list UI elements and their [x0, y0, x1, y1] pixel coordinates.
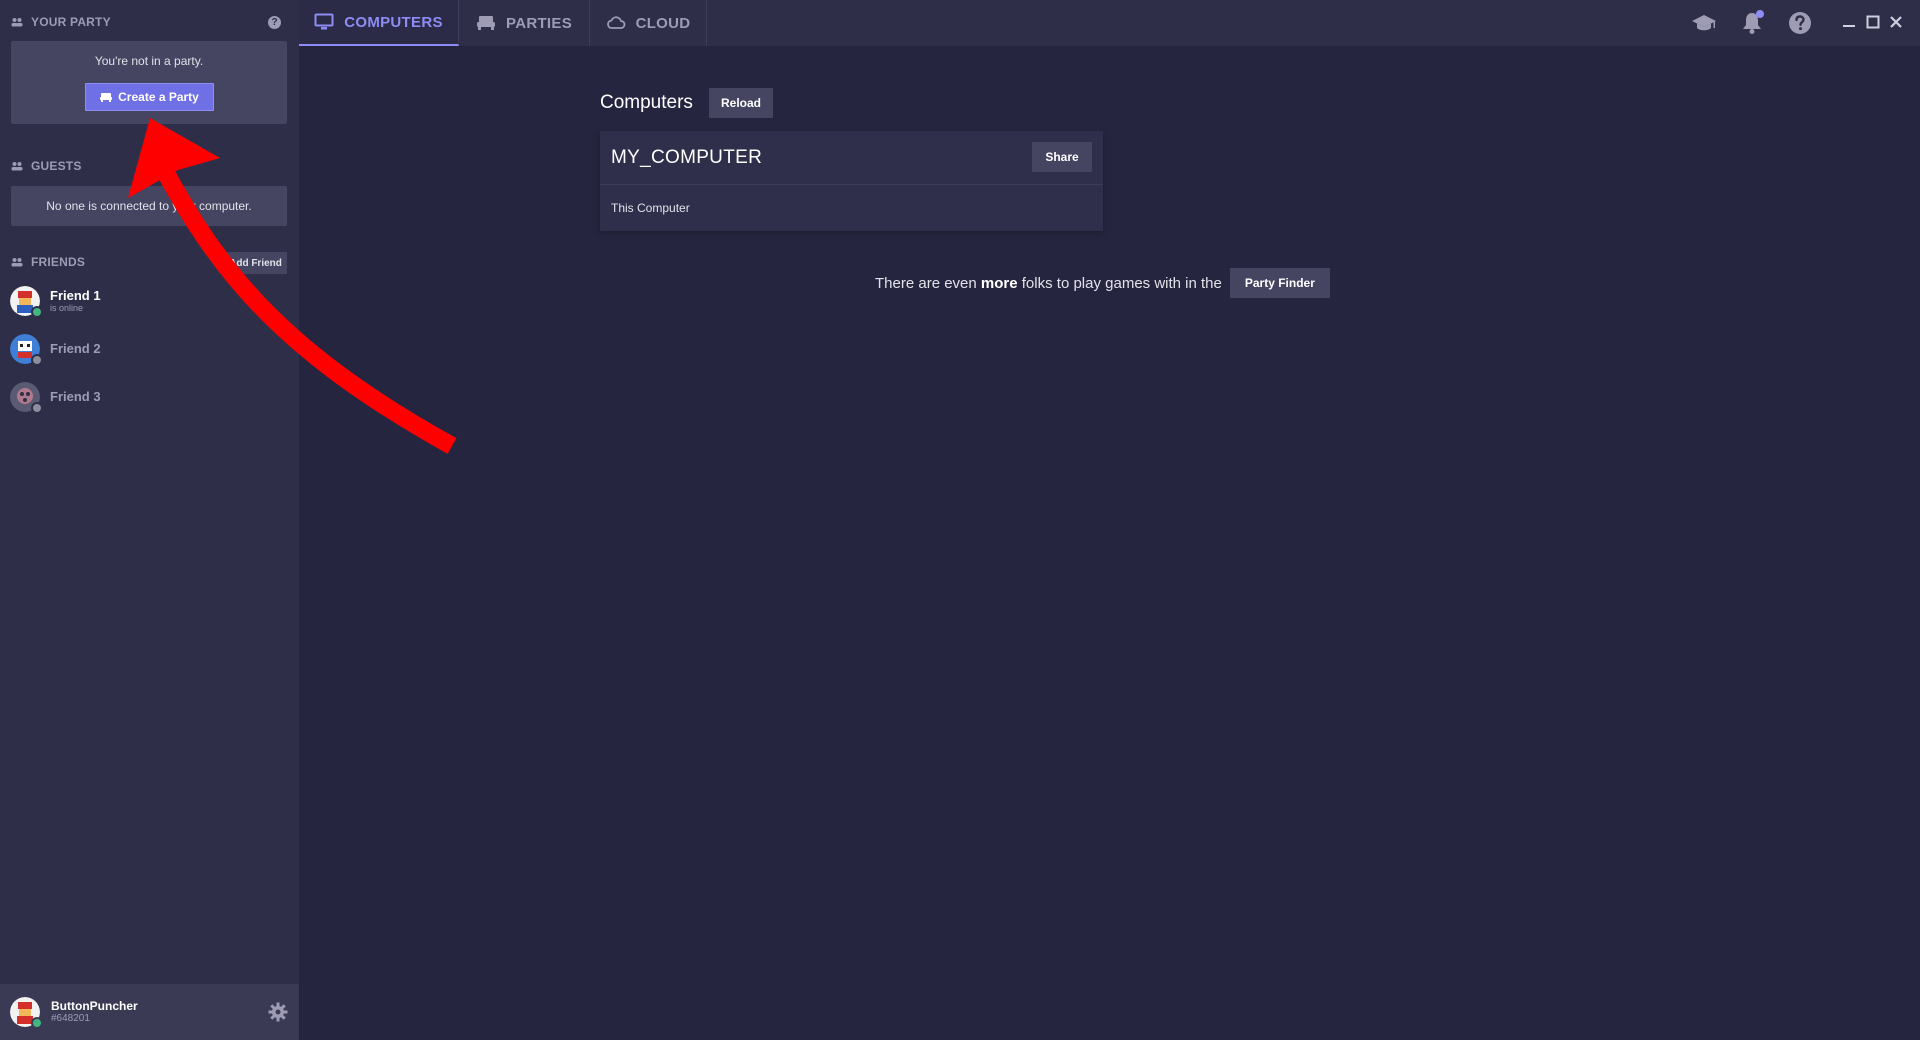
close-icon[interactable]: [1888, 14, 1904, 30]
finder-bold-text: more: [980, 274, 1018, 292]
avatar: [10, 382, 43, 414]
not-in-party-text: You're not in a party.: [94, 54, 204, 68]
cloud-icon: [606, 16, 625, 29]
reload-button[interactable]: Reload: [709, 88, 773, 118]
avatar: [10, 334, 43, 366]
friend-name: Friend 3: [50, 389, 101, 404]
guests-header: GUESTS: [11, 156, 82, 176]
friend-item[interactable]: Friend 2: [10, 332, 280, 366]
sofa-icon: [100, 93, 113, 102]
finder-text: There are even more folks to play games …: [875, 274, 1222, 292]
create-party-label: Create a Party: [118, 90, 199, 104]
friend-name: Friend 1: [50, 288, 101, 303]
avatar: [10, 286, 43, 318]
people-icon: [11, 258, 23, 267]
guests-empty-text: No one is connected to your computer.: [11, 186, 287, 226]
top-bar: COMPUTERS PARTIES CLOUD: [299, 0, 1920, 46]
online-status-dot: [31, 306, 43, 318]
party-help-icon[interactable]: ?: [268, 16, 281, 29]
computer-subtitle: This Computer: [611, 201, 690, 215]
friend-item[interactable]: Friend 3: [10, 380, 280, 414]
party-finder-button[interactable]: Party Finder: [1229, 268, 1330, 298]
help-icon[interactable]: [1787, 10, 1813, 36]
tab-label: COMPUTERS: [344, 13, 443, 31]
page-title: Computers: [600, 92, 693, 113]
tab-cloud[interactable]: CLOUD: [590, 0, 707, 46]
tab-label: CLOUD: [635, 14, 691, 32]
offline-status-dot: [31, 354, 43, 366]
bell-icon[interactable]: [1739, 10, 1765, 36]
friend-status: is online: [50, 303, 84, 313]
maximize-icon[interactable]: [1865, 14, 1881, 30]
current-user-bar: ButtonPuncher #648201: [0, 984, 299, 1040]
friends-label: FRIENDS: [31, 255, 86, 269]
minimize-icon[interactable]: [1841, 14, 1857, 30]
guests-label: GUESTS: [31, 159, 82, 173]
graduation-cap-icon[interactable]: [1691, 10, 1717, 36]
tab-parties[interactable]: PARTIES: [459, 0, 590, 46]
people-icon: [11, 18, 23, 27]
party-panel: You're not in a party. Create a Party: [11, 41, 287, 124]
computer-name: MY_COMPUTER: [611, 147, 763, 168]
share-button[interactable]: Share: [1032, 142, 1092, 172]
sofa-icon: [477, 16, 495, 30]
tab-label: PARTIES: [506, 14, 572, 32]
your-party-header: YOUR PARTY: [11, 12, 111, 32]
party-finder-prompt: There are even more folks to play games …: [875, 268, 1330, 298]
sidebar: YOUR PARTY ? You're not in a party. Crea…: [0, 0, 299, 1040]
friend-item[interactable]: Friend 1 is online: [10, 284, 280, 318]
user-tag: #648201: [51, 1013, 90, 1024]
people-icon: [11, 162, 23, 171]
offline-status-dot: [31, 402, 43, 414]
create-party-button[interactable]: Create a Party: [85, 83, 214, 111]
your-party-label: YOUR PARTY: [31, 15, 111, 29]
user-avatar[interactable]: [10, 997, 43, 1029]
monitor-icon: [314, 13, 334, 30]
friends-header: FRIENDS: [11, 252, 85, 272]
computer-card[interactable]: MY_COMPUTER Share This Computer: [600, 131, 1103, 231]
add-friend-button[interactable]: Add Friend: [224, 252, 287, 274]
user-name: ButtonPuncher: [51, 999, 138, 1013]
friend-name: Friend 2: [50, 341, 101, 356]
gear-icon[interactable]: [268, 1002, 288, 1022]
tab-computers[interactable]: COMPUTERS: [299, 0, 459, 46]
computer-card-header: MY_COMPUTER Share: [600, 131, 1103, 185]
online-status-dot: [31, 1017, 43, 1029]
